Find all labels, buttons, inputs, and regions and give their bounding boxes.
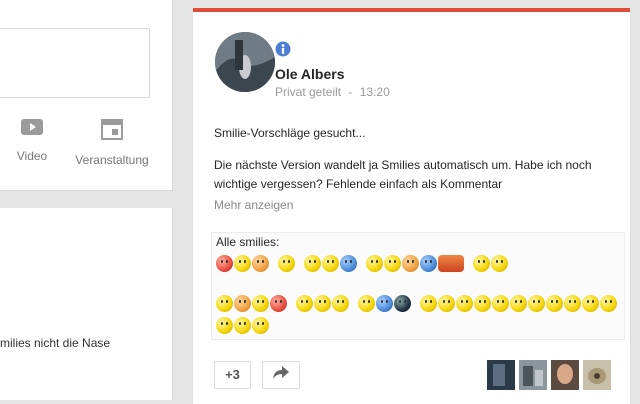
smiley-icon [234,317,251,334]
share-button[interactable] [262,361,300,389]
plusser-avatar[interactable] [583,360,611,390]
post-body: Die nächste Version wandelt ja Smilies a… [214,158,592,191]
smiley-icon [384,255,401,272]
author-name[interactable]: Ole Albers [275,66,345,82]
author-avatar[interactable] [215,32,275,92]
smiley-icon [402,255,419,272]
smiley-icon [564,295,581,312]
smiley-icon [340,255,357,272]
smiley-icon [438,295,455,312]
smiley-icon [216,255,233,272]
smiley-icon [234,295,251,312]
smiley-icon [438,255,464,272]
smiley-row-1 [216,255,508,272]
smiley-icon [473,255,490,272]
smiley-icon [216,295,233,312]
smiley-icon [456,295,473,312]
smiley-icon [582,295,599,312]
smiley-icon [252,255,269,272]
timestamp[interactable]: 13:20 [360,85,390,99]
stream-post-partial: milies nicht die Nase [0,208,173,400]
plusser-avatar[interactable] [487,360,515,390]
share-input[interactable] [0,28,150,98]
post-snippet: milies nicht die Nase [0,336,111,350]
visibility-label[interactable]: Privat geteilt [275,85,341,99]
smiley-icon [322,255,339,272]
smiley-icon [420,295,437,312]
post-title-line: Smilie-Vorschläge gesucht... [214,126,366,140]
smiley-icon [252,317,269,334]
smiley-icon [296,295,313,312]
video-label: Video [16,149,48,163]
smiley-icon [528,295,545,312]
smiley-icon [314,295,331,312]
smiley-icon [270,295,287,312]
embed-label: Alle smilies: [216,235,280,249]
smiley-icon [366,255,383,272]
smiley-icon [600,295,617,312]
event-label: Veranstaltung [75,153,149,167]
smiley-icon [332,295,349,312]
share-icon [273,366,289,384]
smilies-embed: Alle smilies: [211,232,625,340]
smiley-row-3 [216,317,269,334]
share-box: Video Veranstaltung [0,0,173,191]
plus-one-button[interactable]: +3 [214,361,251,389]
smiley-icon [510,295,527,312]
plusser-avatar[interactable] [551,360,579,390]
smiley-icon [216,317,233,334]
smiley-icon [376,295,393,312]
meta-separator: - [348,85,353,99]
smiley-icon [304,255,321,272]
smiley-icon [474,295,491,312]
smiley-icon [546,295,563,312]
info-icon[interactable] [275,41,291,62]
plusser-avatar[interactable] [519,360,547,390]
show-more-link[interactable]: Mehr anzeigen [214,198,293,212]
smiley-icon [492,295,509,312]
smiley-icon [278,255,295,272]
smiley-row-2 [216,295,617,312]
smiley-icon [234,255,251,272]
event-icon [72,118,152,143]
post-meta: Privat geteilt - 13:20 [275,85,390,99]
smiley-icon [491,255,508,272]
smiley-icon [358,295,375,312]
video-share-button[interactable]: Video [4,118,60,163]
smiley-icon [420,255,437,272]
smiley-icon [394,295,411,312]
event-share-button[interactable]: Veranstaltung [72,118,152,167]
post-card: Ole Albers Privat geteilt - 13:20 Smilie… [193,8,630,404]
smiley-icon [252,295,269,312]
video-icon [4,118,60,139]
